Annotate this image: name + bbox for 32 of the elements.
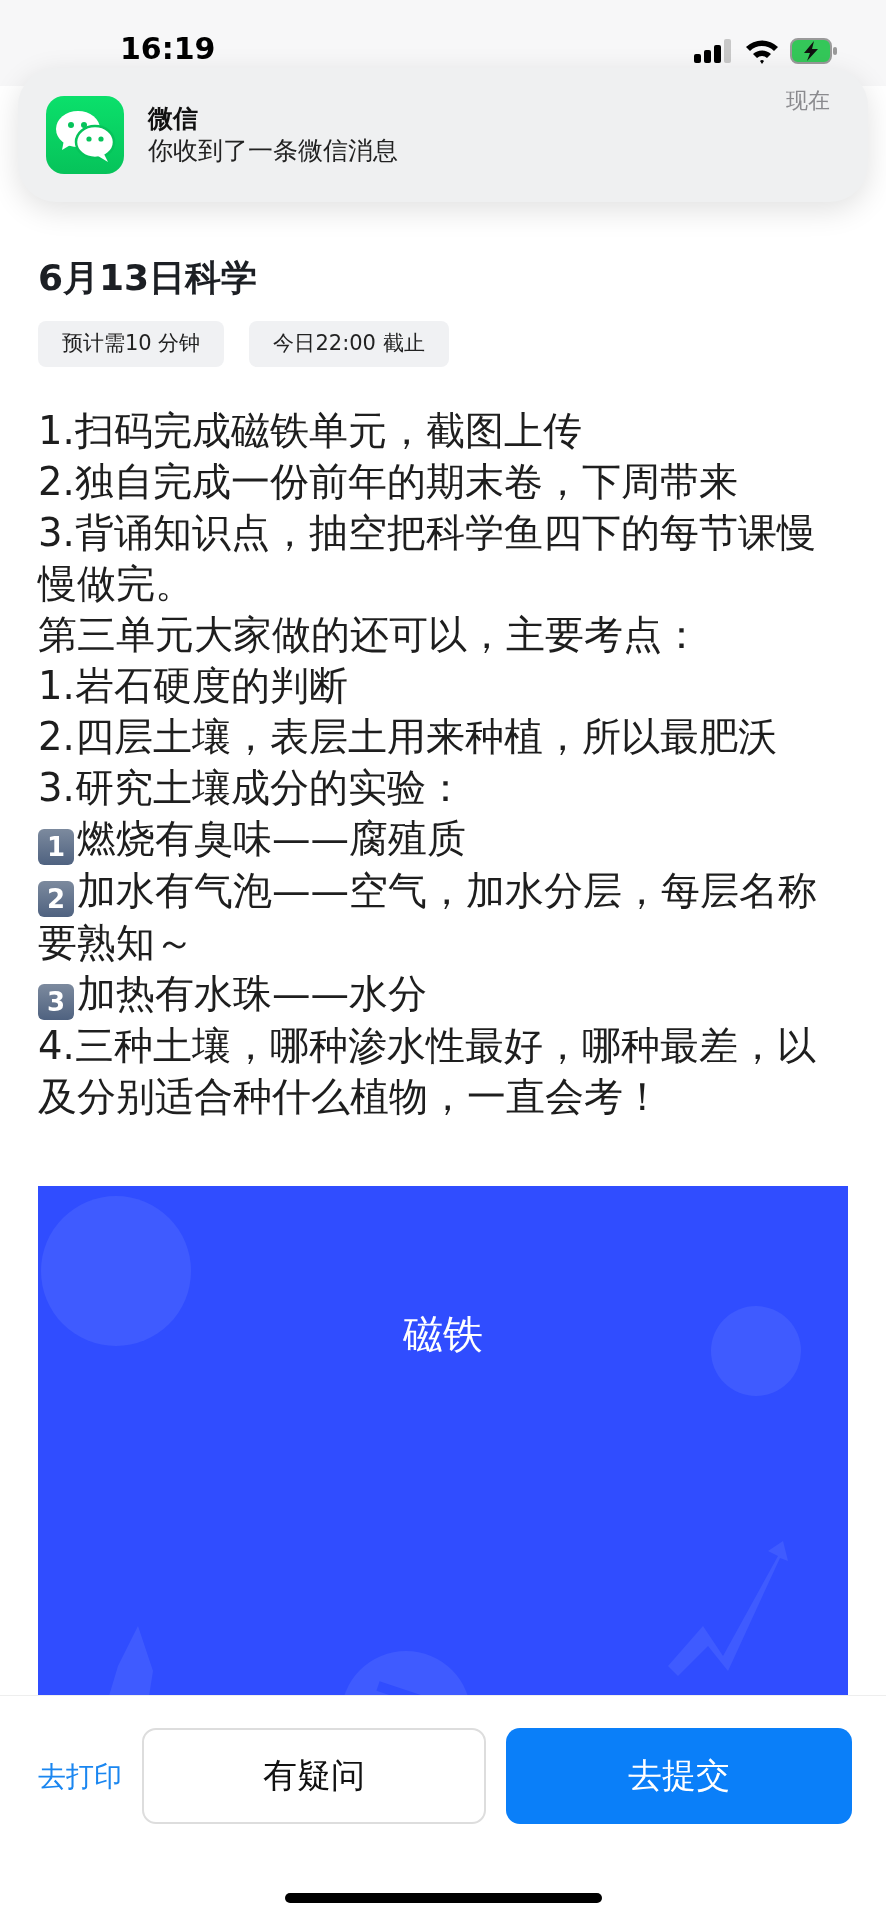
banner-title: 磁铁 <box>402 1309 484 1359</box>
signal-icon <box>694 39 734 63</box>
assignment-title: 6月13日科学 <box>38 256 259 300</box>
submit-button[interactable]: 去提交 <box>506 1727 852 1824</box>
question-button[interactable]: 有疑问 <box>142 1727 486 1824</box>
app-name: 微信 <box>148 102 199 135</box>
notification-message: 你收到了一条微信消息 <box>148 135 398 167</box>
info-tag: 今日22:00 截止 <box>249 321 449 367</box>
status-time: 16:19 <box>120 34 216 64</box>
number-keycap-icon: 1 <box>38 828 74 865</box>
instruction-text: 加热有水珠——水分 <box>77 970 427 1016</box>
chat-app-icon <box>46 96 124 174</box>
notification-time: 现在 <box>786 87 830 115</box>
instruction-text: 1.扫码完成磁铁单元，截图上传 <box>38 406 583 455</box>
number-keycap-icon: 3 <box>38 983 74 1020</box>
number-keycap-icon: 2 <box>38 880 74 917</box>
info-tag: 预计需10 分钟 <box>38 321 225 367</box>
instruction-text: 3.研究土壤成分的实验： <box>38 763 466 812</box>
instruction-text: 2.独自完成一份前年的期末卷，下周带来 <box>38 457 739 506</box>
battery-charging-icon <box>790 38 838 64</box>
print-link[interactable]: 去打印 <box>38 1727 122 1798</box>
instruction-text: 1.岩石硬度的判断 <box>38 661 349 710</box>
instruction-text: 要熟知～ <box>38 918 195 967</box>
instruction-text: 加水有气泡——空气，加水分层，每层名称 <box>77 867 817 913</box>
home-indicator[interactable] <box>285 1893 602 1903</box>
instruction-text: 燃烧有臭味——腐殖质 <box>77 815 466 861</box>
instruction-text: 第三单元大家做的还可以，主要考点： <box>38 610 702 659</box>
instruction-text: 3.背诵知识点，抽空把科学鱼四下的每节课慢慢做完。 <box>38 508 817 608</box>
instruction-text: 4.三种土壤，哪种渗水性最好，哪种最差，以及分别适合种什么植物，一直会考！ <box>38 1021 817 1121</box>
notification-banner[interactable]: 微信 你收到了一条微信消息 现在 <box>18 68 868 202</box>
wifi-icon <box>744 38 780 64</box>
instruction-text: 2.四层土壤，表层土用来种植，所以最肥沃 <box>38 712 778 761</box>
